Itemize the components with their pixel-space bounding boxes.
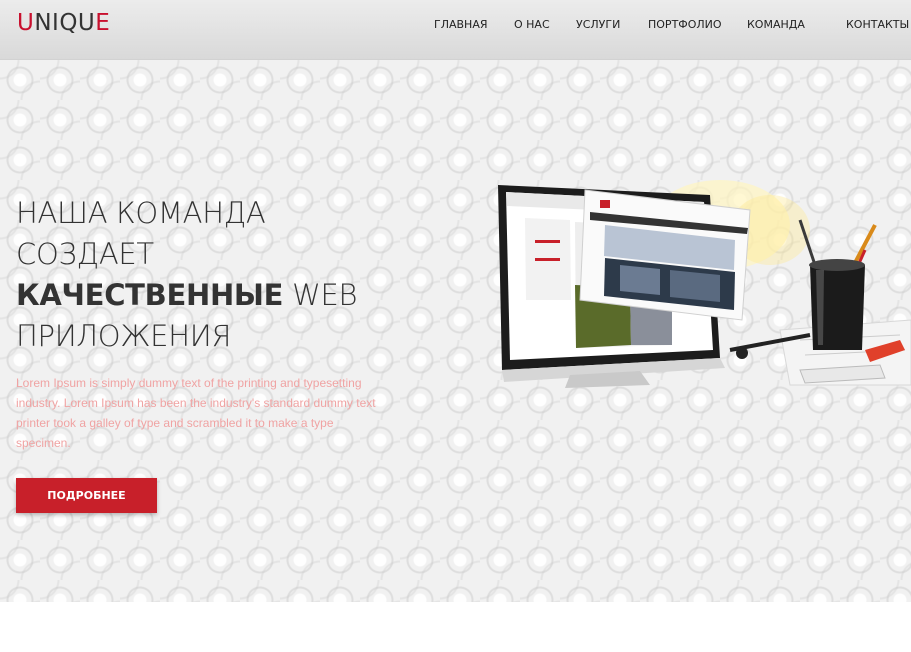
nav-about[interactable]: О НАС <box>514 18 550 32</box>
nav-portfolio[interactable]: ПОРТФОЛИО <box>648 18 722 32</box>
more-button[interactable]: ПОДРОБНЕЕ <box>16 478 157 513</box>
webpage-preview <box>579 189 751 321</box>
main-nav: ГЛАВНАЯ О НАС УСЛУГИ ПОРТФОЛИО КОМАНДА К… <box>0 18 911 32</box>
hero-title-line-2: СОЗДАЕТ <box>16 237 154 271</box>
nav-team[interactable]: КОМАНДА <box>747 18 805 32</box>
hero-title-line-4: ПРИЛОЖЕНИЯ <box>16 319 232 353</box>
site-header: UNIQUE ГЛАВНАЯ О НАС УСЛУГИ ПОРТФОЛИО КО… <box>0 0 911 60</box>
hero-title-line-1: НАША КОМАНДА <box>16 196 266 230</box>
hero-title-web: WEB <box>292 278 358 312</box>
nav-home[interactable]: ГЛАВНАЯ <box>434 18 488 32</box>
monitor-illustration <box>498 180 911 388</box>
nav-services[interactable]: УСЛУГИ <box>576 18 620 32</box>
hero-description: Lorem Ipsum is simply dummy text of the … <box>16 376 376 450</box>
nav-contacts[interactable]: КОНТАКТЫ <box>846 18 909 32</box>
hero-title-bold: КАЧЕСТВЕННЫЕ <box>16 278 284 312</box>
hero-title: НАША КОМАНДА СОЗДАЕТ КАЧЕСТВЕННЫЕ WEB ПР… <box>16 193 376 357</box>
